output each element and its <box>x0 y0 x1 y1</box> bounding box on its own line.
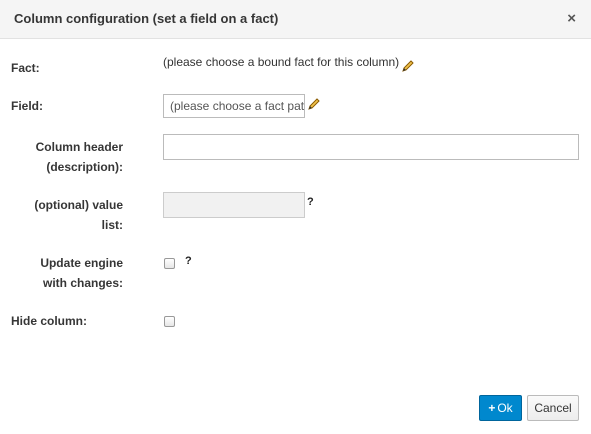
dialog-header: Column configuration (set a field on a f… <box>0 0 591 39</box>
field-label: Field: <box>11 99 43 113</box>
close-icon[interactable]: × <box>567 9 576 29</box>
column-config-dialog: Column configuration (set a field on a f… <box>0 0 591 434</box>
fact-label: Fact: <box>11 61 40 75</box>
ok-label: Ok <box>497 401 513 415</box>
value-list-input[interactable] <box>163 192 305 218</box>
ok-button[interactable]: + Ok <box>479 395 522 421</box>
hide-column-label: Hide column: <box>11 314 88 328</box>
field-pencil-icon[interactable] <box>307 97 321 111</box>
value-list-help-icon[interactable]: ? <box>307 196 314 208</box>
dialog-title: Column configuration (set a field on a f… <box>14 11 279 26</box>
update-engine-checkbox[interactable] <box>164 258 175 269</box>
hide-column-checkbox[interactable] <box>164 316 175 327</box>
column-header-label-line2: (description): <box>46 160 123 174</box>
field-input[interactable]: (please choose a fact pattern first) <box>163 94 305 118</box>
update-engine-label-line2: with changes: <box>42 276 123 290</box>
fact-value: (please choose a bound fact for this col… <box>163 55 400 69</box>
pencil-icon[interactable] <box>401 59 415 73</box>
value-list-label-line1: (optional) value <box>34 198 123 212</box>
value-list-label-line2: list: <box>101 218 123 232</box>
update-engine-label: Update engine with changes: <box>11 253 123 293</box>
column-header-label: Column header (description): <box>11 137 123 177</box>
value-list-label: (optional) value list: <box>11 195 123 235</box>
cancel-button[interactable]: Cancel <box>527 395 579 421</box>
update-engine-label-line1: Update engine <box>40 256 123 270</box>
plus-icon: + <box>488 401 496 415</box>
column-header-input[interactable] <box>163 134 579 160</box>
column-header-label-line1: Column header <box>35 140 123 154</box>
update-engine-help-icon[interactable]: ? <box>185 255 192 267</box>
